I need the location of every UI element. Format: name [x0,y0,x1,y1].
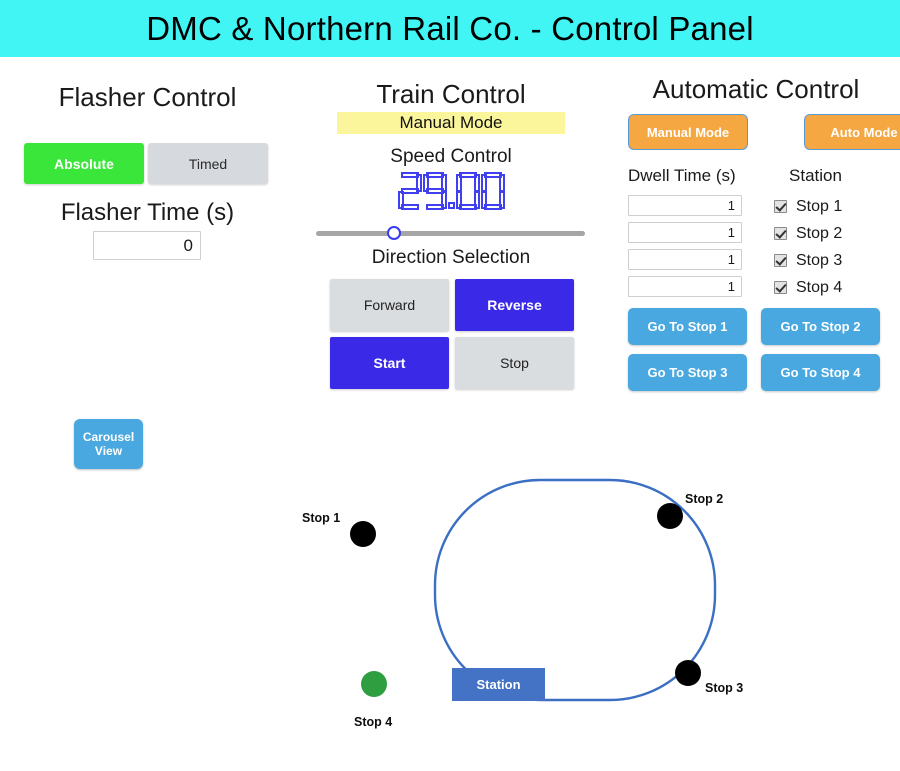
seven-segment-digit [397,172,422,210]
dwell-time-column-header: Dwell Time (s) [628,166,736,185]
flasher-time-label: Flasher Time (s) [60,199,235,226]
stop-2-label: Stop 2 [685,492,724,506]
speed-seven-segment-display [397,172,505,210]
auto-mode-button[interactable]: Auto Mode [804,114,900,150]
go-to-stop-3-label: Go To Stop 3 [647,365,728,380]
flasher-mode-absolute-button[interactable]: Absolute [24,143,144,184]
train-mode-banner: Manual Mode [337,112,565,134]
station-label-1: Stop 1 [796,197,843,215]
train-stop-button[interactable]: Stop [455,337,574,389]
station-block: Station [452,668,545,701]
flasher-control-title: Flasher Control [58,82,237,112]
train-control-title: Train Control [376,79,526,109]
direction-reverse-label: Reverse [487,297,542,313]
seven-segment-digit [455,172,480,210]
stop-marker-4[interactable] [361,671,387,697]
stop-3-label: Stop 3 [705,681,744,695]
seven-segment-digit [480,172,505,210]
station-checklist: Stop 1 Stop 2 Stop 3 Stop 4 [774,196,842,298]
manual-mode-button[interactable]: Manual Mode [628,114,748,150]
flasher-mode-group: Absolute Timed [24,143,268,184]
dwell-time-input-4[interactable] [628,276,742,297]
station-checkbox-1[interactable] [774,200,787,213]
goto-stop-button-grid: Go To Stop 1 Go To Stop 2 Go To Stop 3 G… [628,308,880,391]
flasher-mode-absolute-label: Absolute [54,155,114,172]
go-to-stop-2-button[interactable]: Go To Stop 2 [761,308,880,345]
auto-mode-label: Auto Mode [830,124,898,140]
carousel-view-line2: View [94,444,123,458]
go-to-stop-2-label: Go To Stop 2 [780,319,861,334]
go-to-stop-4-button[interactable]: Go To Stop 4 [761,354,880,391]
train-mode-banner-label: Manual Mode [399,113,503,132]
manual-mode-label: Manual Mode [646,124,730,140]
track-diagram: Stop 1 Stop 2 Stop 3 Stop 4 [280,465,780,765]
station-row-3[interactable]: Stop 3 [774,250,842,271]
train-start-label: Start [373,355,406,371]
station-label-2: Stop 2 [796,224,843,242]
station-row-4[interactable]: Stop 4 [774,277,842,298]
go-to-stop-1-button[interactable]: Go To Stop 1 [628,308,747,345]
direction-selection-label: Direction Selection [371,247,531,268]
speed-readout [305,172,597,219]
flasher-mode-timed-label: Timed [188,155,228,172]
dwell-time-input-1[interactable] [628,195,742,216]
page-title: DMC & Northern Rail Co. - Control Panel [146,9,754,47]
speed-slider[interactable] [316,226,585,240]
station-row-1[interactable]: Stop 1 [774,196,842,217]
station-checkbox-3[interactable] [774,254,787,267]
station-checkbox-2[interactable] [774,227,787,240]
train-stop-label: Stop [500,355,529,371]
go-to-stop-3-button[interactable]: Go To Stop 3 [628,354,747,391]
seven-segment-decimal-point [447,202,455,209]
app-header-bar: DMC & Northern Rail Co. - Control Panel [0,0,900,57]
stop-4-label: Stop 4 [354,715,393,729]
stop-marker-1[interactable] [350,521,376,547]
station-row-2[interactable]: Stop 2 [774,223,842,244]
automatic-control-title: Automatic Control [652,74,860,104]
stop-marker-2[interactable] [657,503,683,529]
station-column-header: Station [789,166,842,185]
station-label-4: Stop 4 [796,278,843,296]
direction-forward-button[interactable]: Forward [330,279,449,331]
go-to-stop-1-label: Go To Stop 1 [647,319,728,334]
dwell-time-input-2[interactable] [628,222,742,243]
automatic-mode-button-row: Manual Mode Auto Mode [628,114,900,150]
carousel-view-line1: Carousel [82,430,135,444]
station-checkbox-4[interactable] [774,281,787,294]
seven-segment-digit [422,172,447,210]
speed-control-label: Speed Control [390,146,512,167]
flasher-mode-timed-button[interactable]: Timed [148,143,268,184]
train-start-button[interactable]: Start [330,337,449,389]
stop-1-label: Stop 1 [302,511,341,525]
dwell-time-input-3[interactable] [628,249,742,270]
go-to-stop-4-label: Go To Stop 4 [780,365,861,380]
station-block-label: Station [476,677,521,692]
station-label-3: Stop 3 [796,251,843,269]
direction-button-grid: Forward Reverse Start Stop [330,279,574,389]
direction-reverse-button[interactable]: Reverse [455,279,574,331]
carousel-view-button[interactable]: Carousel View [74,419,143,469]
dwell-time-input-list [628,195,742,297]
stop-marker-3[interactable] [675,660,701,686]
speed-slider-thumb[interactable] [387,226,401,240]
flasher-time-input[interactable] [93,231,201,260]
direction-forward-label: Forward [363,297,416,313]
